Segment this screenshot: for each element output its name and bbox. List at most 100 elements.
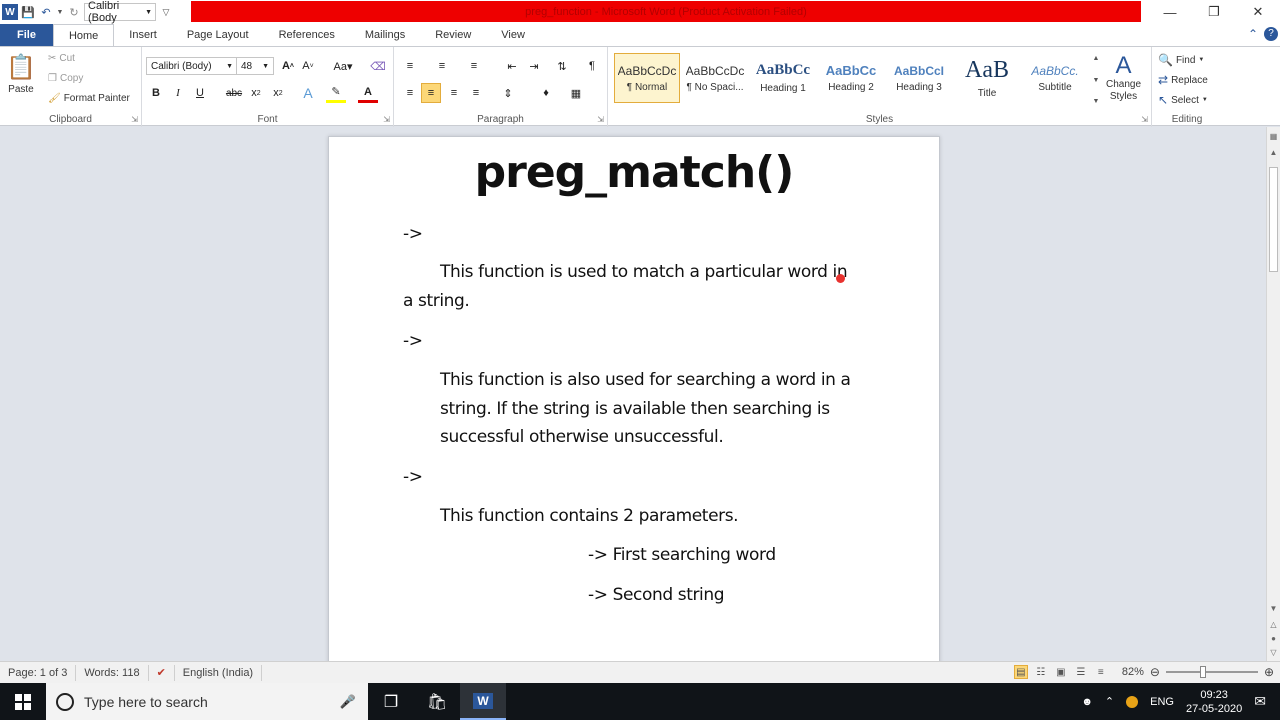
highlight-color-icon[interactable]: ✎ bbox=[326, 83, 346, 103]
scroll-down-icon[interactable]: ▼ bbox=[1267, 601, 1280, 615]
tab-view[interactable]: View bbox=[486, 24, 540, 46]
numbering-icon[interactable]: ≡ bbox=[432, 56, 452, 76]
zoom-slider[interactable] bbox=[1165, 666, 1258, 678]
justify-icon[interactable]: ≡ bbox=[466, 83, 486, 103]
shrink-font-icon[interactable]: A ˅ bbox=[298, 56, 318, 76]
dialog-launcher-icon[interactable]: ⇲ bbox=[1141, 115, 1148, 124]
chevron-up-icon[interactable]: ▲ bbox=[1093, 55, 1100, 62]
vertical-scrollbar[interactable]: ▦ ▲ ▼ △ ● ▽ bbox=[1266, 127, 1280, 661]
font-name-combo[interactable]: Calibri (Body) ▼ bbox=[146, 57, 238, 75]
minimize-button[interactable]: — bbox=[1148, 0, 1192, 24]
more-styles-icon[interactable]: ▼ bbox=[1093, 98, 1100, 105]
select-browse-object-icon[interactable]: ● bbox=[1267, 631, 1280, 645]
next-page-icon[interactable]: ▽ bbox=[1267, 645, 1280, 659]
align-left-icon[interactable]: ≡ bbox=[400, 83, 420, 103]
text-effects-icon[interactable]: A bbox=[298, 83, 318, 103]
scrollbar-thumb[interactable] bbox=[1269, 167, 1278, 272]
paste-button[interactable]: 📋 Paste bbox=[6, 53, 36, 95]
style-title[interactable]: AaB Title bbox=[954, 53, 1020, 103]
chevron-down-icon[interactable]: ▼ bbox=[1093, 77, 1100, 84]
multilevel-list-icon[interactable]: ≡ bbox=[464, 56, 484, 76]
format-painter-button[interactable]: 🖌 Format Painter bbox=[48, 93, 130, 104]
customize-qat-icon[interactable]: ▽ bbox=[158, 4, 174, 20]
borders-icon[interactable]: ▦ bbox=[566, 83, 586, 103]
undo-icon[interactable]: ↶ bbox=[38, 4, 54, 20]
chevron-up-icon[interactable]: ⌃ bbox=[1105, 695, 1114, 708]
start-button[interactable] bbox=[0, 683, 46, 720]
tab-page-layout[interactable]: Page Layout bbox=[172, 24, 264, 46]
dialog-launcher-icon[interactable]: ⇲ bbox=[597, 115, 604, 124]
tab-review[interactable]: Review bbox=[420, 24, 486, 46]
language-indicator[interactable]: English (India) bbox=[175, 664, 263, 681]
draft-view-icon[interactable]: ≡ bbox=[1094, 665, 1108, 679]
copy-button[interactable]: ❐ Copy bbox=[48, 73, 83, 84]
microphone-icon[interactable]: 🎤 bbox=[340, 694, 356, 710]
tab-home[interactable]: Home bbox=[52, 24, 115, 46]
show-formatting-marks-icon[interactable]: ¶ bbox=[582, 56, 602, 76]
print-layout-view-icon[interactable]: ▤ bbox=[1013, 665, 1028, 679]
close-button[interactable]: ✕ bbox=[1236, 0, 1280, 24]
notifications-icon[interactable]: ✉ bbox=[1254, 693, 1266, 710]
replace-button[interactable]: ⇄ Replace bbox=[1158, 73, 1208, 87]
save-icon[interactable]: 💾 bbox=[20, 4, 36, 20]
tab-file[interactable]: File bbox=[0, 24, 53, 46]
ruler-toggle-icon[interactable]: ▦ bbox=[1267, 129, 1280, 143]
find-button[interactable]: 🔍 Find ▼ bbox=[1158, 53, 1204, 67]
grow-font-icon[interactable]: A ˄ bbox=[278, 56, 298, 76]
underline-button[interactable]: U bbox=[190, 83, 210, 103]
tab-insert[interactable]: Insert bbox=[114, 24, 172, 46]
select-button[interactable]: ↖ Select ▼ bbox=[1158, 93, 1208, 107]
sort-icon[interactable]: ⇅ bbox=[552, 56, 572, 76]
tab-references[interactable]: References bbox=[264, 24, 350, 46]
help-icon[interactable]: ? bbox=[1264, 27, 1278, 41]
style-heading-2[interactable]: AaBbCc Heading 2 bbox=[818, 53, 884, 103]
store-icon[interactable]: 🛍 bbox=[414, 683, 460, 720]
style-normal[interactable]: AaBbCcDc ¶ Normal bbox=[614, 53, 680, 103]
italic-button[interactable]: I bbox=[168, 83, 188, 103]
style-subtitle[interactable]: AaBbCc. Subtitle bbox=[1022, 53, 1088, 103]
restore-button[interactable]: ❐ bbox=[1192, 0, 1236, 24]
people-icon[interactable]: ☻ bbox=[1081, 696, 1093, 708]
dialog-launcher-icon[interactable]: ⇲ bbox=[131, 115, 138, 124]
word-app-icon[interactable]: W bbox=[2, 4, 18, 20]
taskbar-search-box[interactable]: Type here to search 🎤 bbox=[46, 683, 368, 720]
zoom-level[interactable]: 82% bbox=[1122, 666, 1144, 678]
previous-page-icon[interactable]: △ bbox=[1267, 617, 1280, 631]
proofing-status[interactable]: ✔ bbox=[149, 664, 175, 681]
styles-scroll-buttons[interactable]: ▲ ▼ ▼ bbox=[1090, 55, 1102, 105]
font-size-combo[interactable]: 48 ▼ bbox=[236, 57, 274, 75]
font-color-icon[interactable]: A bbox=[358, 83, 378, 103]
line-spacing-icon[interactable]: ⇕ bbox=[498, 83, 518, 103]
bullets-icon[interactable]: ≡ bbox=[400, 56, 420, 76]
document-page[interactable]: preg_match() -> This function is used to… bbox=[328, 136, 940, 661]
outline-view-icon[interactable]: ☰ bbox=[1074, 665, 1088, 679]
taskbar-clock[interactable]: 09:23 27-05-2020 bbox=[1186, 688, 1242, 716]
scroll-up-icon[interactable]: ▲ bbox=[1267, 145, 1280, 159]
task-view-icon[interactable]: ❐ bbox=[368, 683, 414, 720]
zoom-out-icon[interactable]: ⊖ bbox=[1150, 665, 1160, 679]
minimize-ribbon-icon[interactable]: ⌃ bbox=[1248, 27, 1258, 41]
strikethrough-button[interactable]: abc bbox=[224, 83, 244, 103]
chrome-status-icon[interactable] bbox=[1126, 695, 1139, 708]
clear-formatting-icon[interactable]: ⌫ bbox=[368, 56, 388, 76]
cut-button[interactable]: ✂ Cut bbox=[48, 53, 75, 64]
change-styles-button[interactable]: A Change Styles bbox=[1106, 53, 1141, 103]
zoom-slider-knob[interactable] bbox=[1199, 666, 1206, 678]
style-heading-3[interactable]: AaBbCcI Heading 3 bbox=[886, 53, 952, 103]
align-center-icon[interactable]: ≡ bbox=[421, 83, 441, 103]
bold-button[interactable]: B bbox=[146, 83, 166, 103]
full-screen-reading-icon[interactable]: ☷ bbox=[1034, 665, 1048, 679]
change-case-icon[interactable]: Aa▾ bbox=[330, 56, 356, 76]
decrease-indent-icon[interactable]: ⇤ bbox=[502, 56, 522, 76]
shading-icon[interactable]: ♦ bbox=[536, 83, 556, 103]
superscript-button[interactable]: x2 bbox=[268, 83, 288, 103]
align-right-icon[interactable]: ≡ bbox=[444, 83, 464, 103]
word-count[interactable]: Words: 118 bbox=[76, 664, 149, 681]
subscript-button[interactable]: x2 bbox=[246, 83, 266, 103]
word-taskbar-icon[interactable]: W bbox=[460, 683, 506, 720]
page-count[interactable]: Page: 1 of 3 bbox=[0, 664, 77, 681]
web-layout-icon[interactable]: ▣ bbox=[1054, 665, 1068, 679]
increase-indent-icon[interactable]: ⇥ bbox=[524, 56, 544, 76]
qat-font-combo[interactable]: Calibri (Body ▼ bbox=[84, 0, 156, 24]
redo-icon[interactable]: ↻ bbox=[66, 4, 82, 20]
